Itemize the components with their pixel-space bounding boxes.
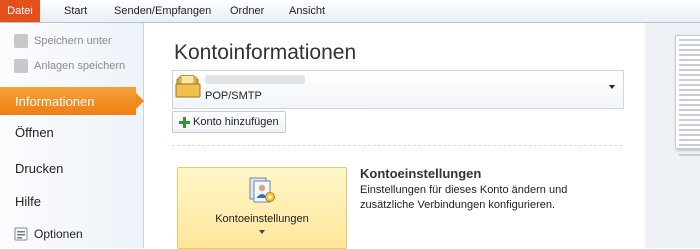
add-account-label: Konto hinzufügen	[193, 116, 279, 128]
dropdown-arrow-icon	[609, 85, 615, 89]
tab-senden-empfangen[interactable]: Senden/Empfangen	[114, 0, 211, 22]
tab-datei[interactable]: Datei	[0, 0, 40, 22]
options-label: Optionen	[34, 227, 83, 241]
save-icon	[14, 34, 28, 48]
account-email-blurred	[205, 75, 305, 84]
account-protocol: POP/SMTP	[205, 90, 262, 102]
settings-section-title: Kontoeinstellungen	[360, 166, 482, 181]
divider	[172, 145, 622, 146]
account-settings-button[interactable]: Kontoeinstellungen	[177, 167, 347, 249]
attachment-icon	[14, 59, 28, 73]
tab-start[interactable]: Start	[64, 0, 87, 22]
preview-pane	[645, 23, 700, 248]
save-attachments-label: Anlagen speichern	[34, 60, 126, 72]
save-attachments-button[interactable]: Anlagen speichern	[14, 57, 125, 75]
options-icon	[14, 227, 28, 241]
account-settings-icon	[249, 177, 275, 203]
account-selector[interactable]: POP/SMTP	[172, 70, 624, 109]
settings-section-description: Einstellungen für dieses Konto ändern un…	[360, 184, 568, 211]
main-panel: Kontoinformationen POP/SMTP Konto hinzuf…	[144, 23, 644, 249]
sidebar-item-hilfe[interactable]: Hilfe	[15, 191, 41, 211]
tab-ansicht[interactable]: Ansicht	[289, 0, 325, 22]
ribbon-tabs: Datei Start Senden/Empfangen Ordner Ansi…	[0, 0, 700, 23]
backstage-sidebar: Speichern unter Anlagen speichern Inform…	[0, 23, 144, 248]
save-as-button[interactable]: Speichern unter	[14, 32, 112, 50]
preview-thumbnail	[675, 35, 700, 156]
account-folder-icon	[175, 75, 201, 98]
account-settings-label: Kontoeinstellungen	[215, 213, 309, 225]
sidebar-item-oeffnen[interactable]: Öffnen	[15, 122, 54, 142]
add-account-button[interactable]: Konto hinzufügen	[172, 111, 286, 133]
sidebar-item-informationen[interactable]: Informationen	[0, 87, 144, 115]
tab-ordner[interactable]: Ordner	[230, 0, 264, 22]
page-title: Kontoinformationen	[174, 41, 357, 64]
save-as-label: Speichern unter	[34, 35, 112, 47]
plus-icon	[179, 116, 190, 128]
chevron-down-icon	[259, 230, 265, 234]
options-button[interactable]: Optionen	[14, 225, 83, 243]
sidebar-item-drucken[interactable]: Drucken	[15, 158, 63, 178]
